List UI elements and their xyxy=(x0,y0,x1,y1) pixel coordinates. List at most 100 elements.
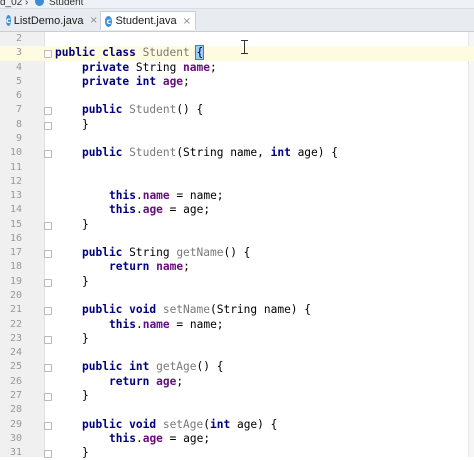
fold-marker-icon[interactable] xyxy=(44,150,52,159)
line-number: 30 xyxy=(9,432,22,444)
fold-marker-icon[interactable] xyxy=(44,121,52,130)
code-token: this xyxy=(109,431,136,445)
code-token: name xyxy=(183,60,210,74)
code-token: } xyxy=(82,331,89,345)
java-class-icon xyxy=(35,0,45,6)
code-token: () { xyxy=(196,360,224,374)
code-token: ( xyxy=(203,417,210,431)
close-icon[interactable]: × xyxy=(89,15,97,26)
code-line[interactable]: 5 private int age; xyxy=(0,75,474,89)
code-line[interactable]: 8} xyxy=(0,118,474,132)
code-line[interactable]: 4 private String name; xyxy=(0,61,474,75)
code-line[interactable]: 15} xyxy=(0,218,474,232)
fold-marker-icon[interactable] xyxy=(44,250,52,259)
breadcrumb-file[interactable]: Student xyxy=(49,0,83,8)
tab-listdemo[interactable]: c ListDemo.java × xyxy=(2,11,98,30)
code-token: () { xyxy=(223,246,251,260)
fold-marker-icon[interactable] xyxy=(44,335,52,344)
code-token: Student xyxy=(142,46,197,60)
tab-label: Student.java xyxy=(115,15,177,27)
code-line[interactable]: 11 xyxy=(0,161,474,175)
code-line[interactable]: 16 xyxy=(0,232,474,246)
breadcrumb: d_02 › Student xyxy=(0,0,474,9)
line-number: 4 xyxy=(15,61,22,73)
code-token: this xyxy=(109,203,136,217)
code-line[interactable]: 13 this.name = name; xyxy=(0,189,474,203)
fold-marker-icon[interactable] xyxy=(44,50,52,59)
code-token: . xyxy=(135,317,143,331)
code-token: Student xyxy=(129,146,177,160)
code-token: public class xyxy=(55,46,143,60)
code-token: private int xyxy=(82,74,163,88)
code-line[interactable]: 26 return age; xyxy=(0,375,474,389)
code-token: age xyxy=(142,203,163,217)
code-token: this xyxy=(109,317,136,331)
code-text: this.age = age; xyxy=(109,432,210,446)
line-number: 23 xyxy=(9,332,22,344)
line-number: 15 xyxy=(9,218,22,230)
code-text: } xyxy=(82,446,89,460)
fold-marker-icon[interactable] xyxy=(44,107,52,116)
code-line[interactable]: 31} xyxy=(0,446,474,460)
code-line[interactable]: 14 this.age = age; xyxy=(0,203,474,217)
line-number: 8 xyxy=(15,118,22,130)
code-line[interactable]: 19} xyxy=(0,275,474,289)
code-token: ; xyxy=(183,74,190,88)
code-line[interactable]: 9 xyxy=(0,132,474,146)
line-number: 11 xyxy=(9,161,22,173)
code-token: public xyxy=(82,246,130,260)
code-line[interactable]: 10 public Student(String name, int age) { xyxy=(0,146,474,160)
code-line[interactable]: 30 this.age = age; xyxy=(0,432,474,446)
breadcrumb-project[interactable]: d_02 xyxy=(0,0,22,8)
code-token: private xyxy=(82,60,136,74)
code-line[interactable]: 17 public String getName() { xyxy=(0,246,474,260)
code-line[interactable]: 18 return name; xyxy=(0,260,474,274)
code-token: age) { xyxy=(297,146,338,160)
code-line[interactable]: 22 this.name = name; xyxy=(0,318,474,332)
code-line[interactable]: 27} xyxy=(0,389,474,403)
code-text: public Student(String name, int age) { xyxy=(82,146,338,160)
code-text: public Student() { xyxy=(82,103,203,117)
tab-student[interactable]: c Student.java × xyxy=(100,11,196,30)
line-number: 18 xyxy=(9,261,22,273)
fold-marker-icon[interactable] xyxy=(44,421,52,430)
code-line[interactable]: 2 xyxy=(0,32,474,46)
code-line[interactable]: 29 public void setAge(int age) { xyxy=(0,418,474,432)
close-icon[interactable]: × xyxy=(183,16,191,27)
fold-marker-icon[interactable] xyxy=(44,364,52,373)
line-number: 20 xyxy=(9,290,22,302)
chevron-right-icon: › xyxy=(25,0,29,8)
code-token: int xyxy=(270,146,298,160)
code-token: public int xyxy=(82,360,157,374)
code-line[interactable]: 20 xyxy=(0,289,474,303)
fold-marker-icon[interactable] xyxy=(44,307,52,316)
code-token: return xyxy=(109,260,157,274)
code-token: name xyxy=(142,317,170,331)
fold-marker-icon[interactable] xyxy=(44,393,52,401)
code-token: getName xyxy=(176,246,224,260)
code-line[interactable]: 12 xyxy=(0,175,474,189)
code-text: return age; xyxy=(109,375,183,389)
code-line[interactable]: 7 public Student() { xyxy=(0,103,474,117)
code-text: public void setAge(int age) { xyxy=(82,418,277,432)
code-token: = name; xyxy=(169,189,224,203)
code-line[interactable]: 24 xyxy=(0,346,474,360)
tab-label: ListDemo.java xyxy=(13,14,84,27)
code-token: () { xyxy=(176,103,204,117)
code-token: = name; xyxy=(169,317,224,331)
fold-marker-icon[interactable] xyxy=(44,278,52,287)
code-line[interactable]: 25 public int getAge() { xyxy=(0,360,474,374)
code-line[interactable]: 6 xyxy=(0,89,474,103)
code-line[interactable]: 21 public void setName(String name) { xyxy=(0,303,474,317)
code-line[interactable]: 3 public class Student { xyxy=(0,45,474,61)
code-line[interactable]: 28 xyxy=(0,403,474,417)
code-token: = age; xyxy=(162,431,211,445)
code-token: age) { xyxy=(236,417,278,431)
line-number: 31 xyxy=(9,447,22,459)
code-text: } xyxy=(82,218,89,232)
code-token: (String name) { xyxy=(209,303,312,317)
code-line[interactable]: 23} xyxy=(0,332,474,346)
fold-marker-icon[interactable] xyxy=(44,221,52,230)
line-number: 28 xyxy=(9,404,22,416)
line-number: 12 xyxy=(9,175,22,187)
